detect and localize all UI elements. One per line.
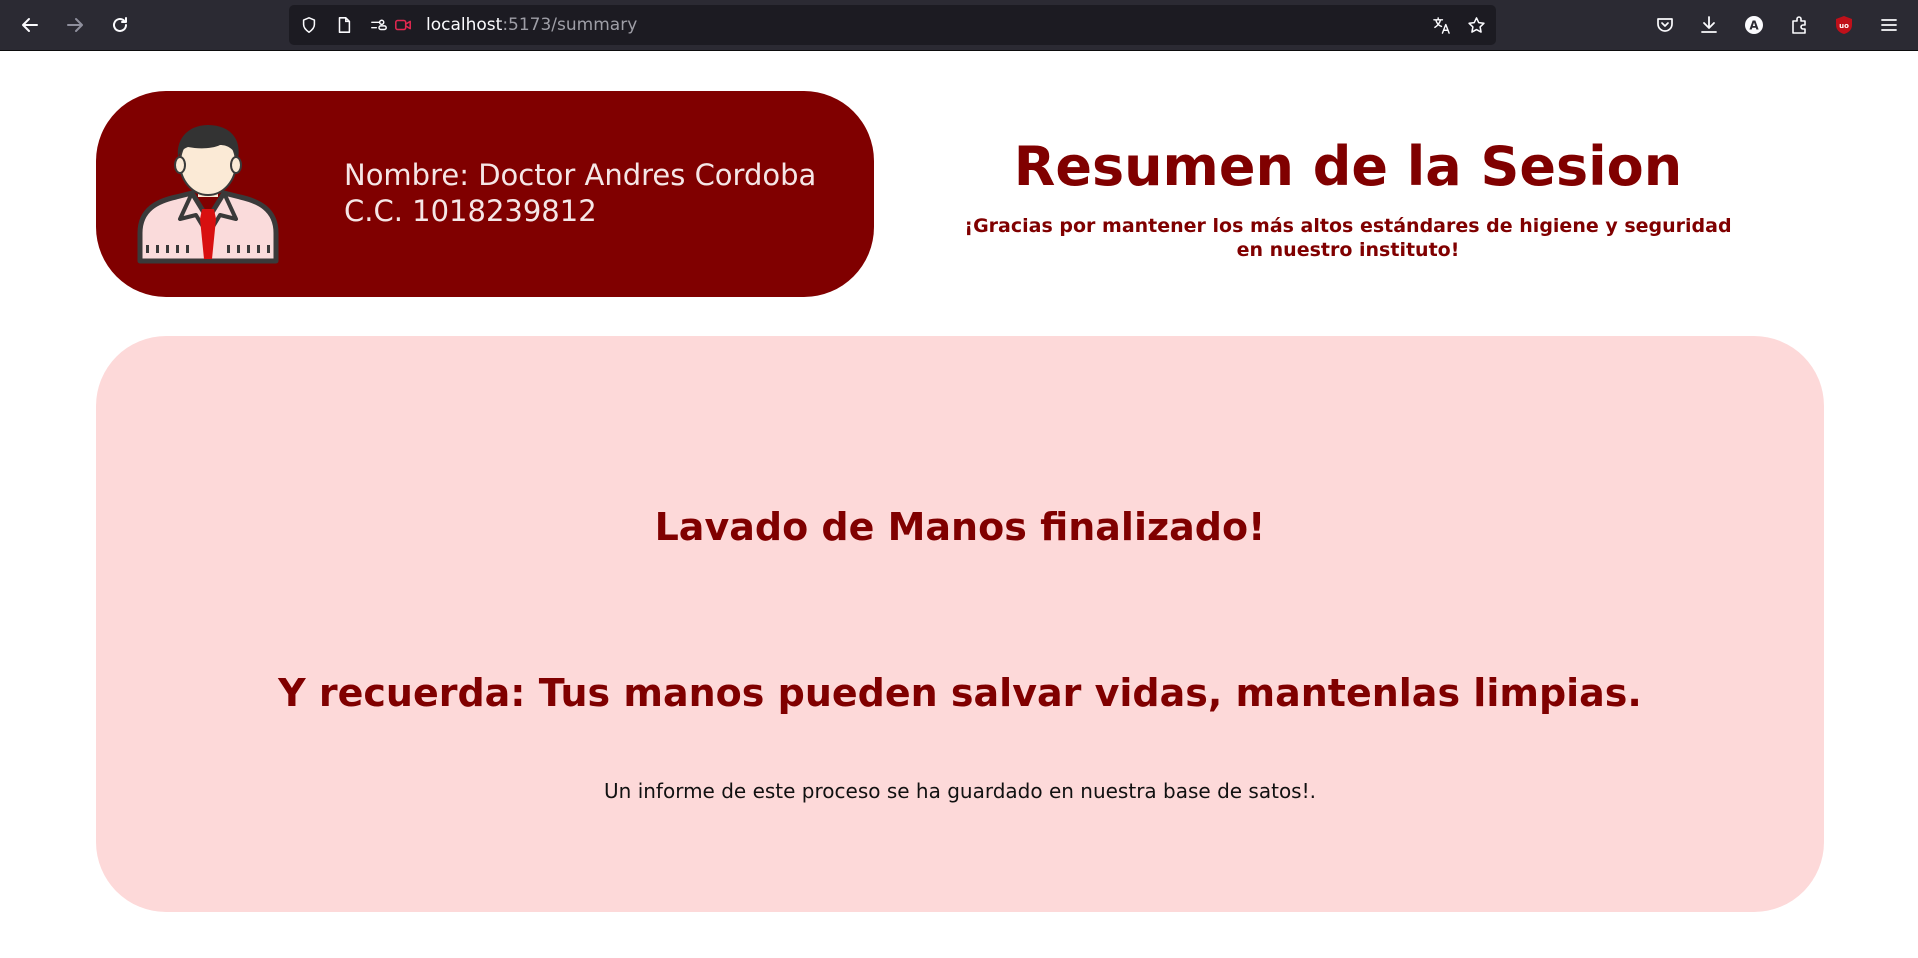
summary-card: Lavado de Manos finalizado! Y recuerda: … (96, 336, 1824, 912)
back-icon (22, 18, 38, 32)
profile-card: Nombre: Doctor Andres Cordoba C.C. 10182… (96, 91, 874, 297)
permissions-icon[interactable] (369, 15, 389, 35)
account-button[interactable]: A (1737, 8, 1771, 42)
account-icon: A (1745, 16, 1763, 34)
camera-icon[interactable] (393, 15, 413, 35)
doctor-avatar-icon (136, 123, 280, 265)
pocket-button[interactable] (1648, 8, 1682, 42)
translate-icon[interactable] (1431, 15, 1451, 35)
doctor-name: Nombre: Doctor Andres Cordoba (344, 158, 817, 192)
forward-button[interactable] (58, 8, 92, 42)
star-icon[interactable] (1466, 15, 1486, 35)
doctor-id: C.C. 1018239812 (344, 194, 597, 228)
finished-message: Lavado de Manos finalizado! (654, 505, 1266, 549)
shield-icon[interactable] (299, 15, 319, 35)
download-button[interactable] (1692, 8, 1726, 42)
extensions-button[interactable] (1782, 8, 1816, 42)
url-path: :5173/summary (502, 15, 638, 35)
reminder-message: Y recuerda: Tus manos pueden salvar vida… (278, 671, 1642, 715)
url-host: localhost (426, 15, 503, 35)
page-title: Resumen de la Sesion (1013, 135, 1683, 198)
reload-button[interactable] (103, 8, 137, 42)
url-text[interactable]: localhost:5173/summary (426, 15, 637, 35)
back-button[interactable] (13, 8, 47, 42)
session-header: Resumen de la Sesion ¡Gracias por manten… (930, 130, 1766, 262)
forward-icon (67, 18, 83, 32)
ublock-button[interactable]: uo (1827, 8, 1861, 42)
browser-toolbar: localhost:5173/summary A uo (0, 0, 1918, 51)
svg-text:A: A (1749, 19, 1759, 33)
download-icon (1701, 16, 1717, 33)
reload-icon (113, 17, 127, 32)
page-subtitle: ¡Gracias por mantener los más altos está… (964, 215, 1732, 261)
page-icon[interactable] (334, 15, 354, 35)
extensions-icon (1792, 16, 1806, 34)
url-bar[interactable]: localhost:5173/summary (289, 5, 1496, 45)
svg-text:uo: uo (1839, 22, 1849, 30)
menu-icon (1881, 19, 1897, 31)
pocket-icon (1657, 18, 1673, 32)
menu-button[interactable] (1872, 8, 1906, 42)
profile-info: Nombre: Doctor Andres Cordoba C.C. 10182… (344, 157, 816, 229)
page-content: Nombre: Doctor Andres Cordoba C.C. 10182… (0, 52, 1918, 958)
ublock-icon: uo (1836, 16, 1852, 34)
report-note: Un informe de este proceso se ha guardad… (604, 779, 1316, 803)
